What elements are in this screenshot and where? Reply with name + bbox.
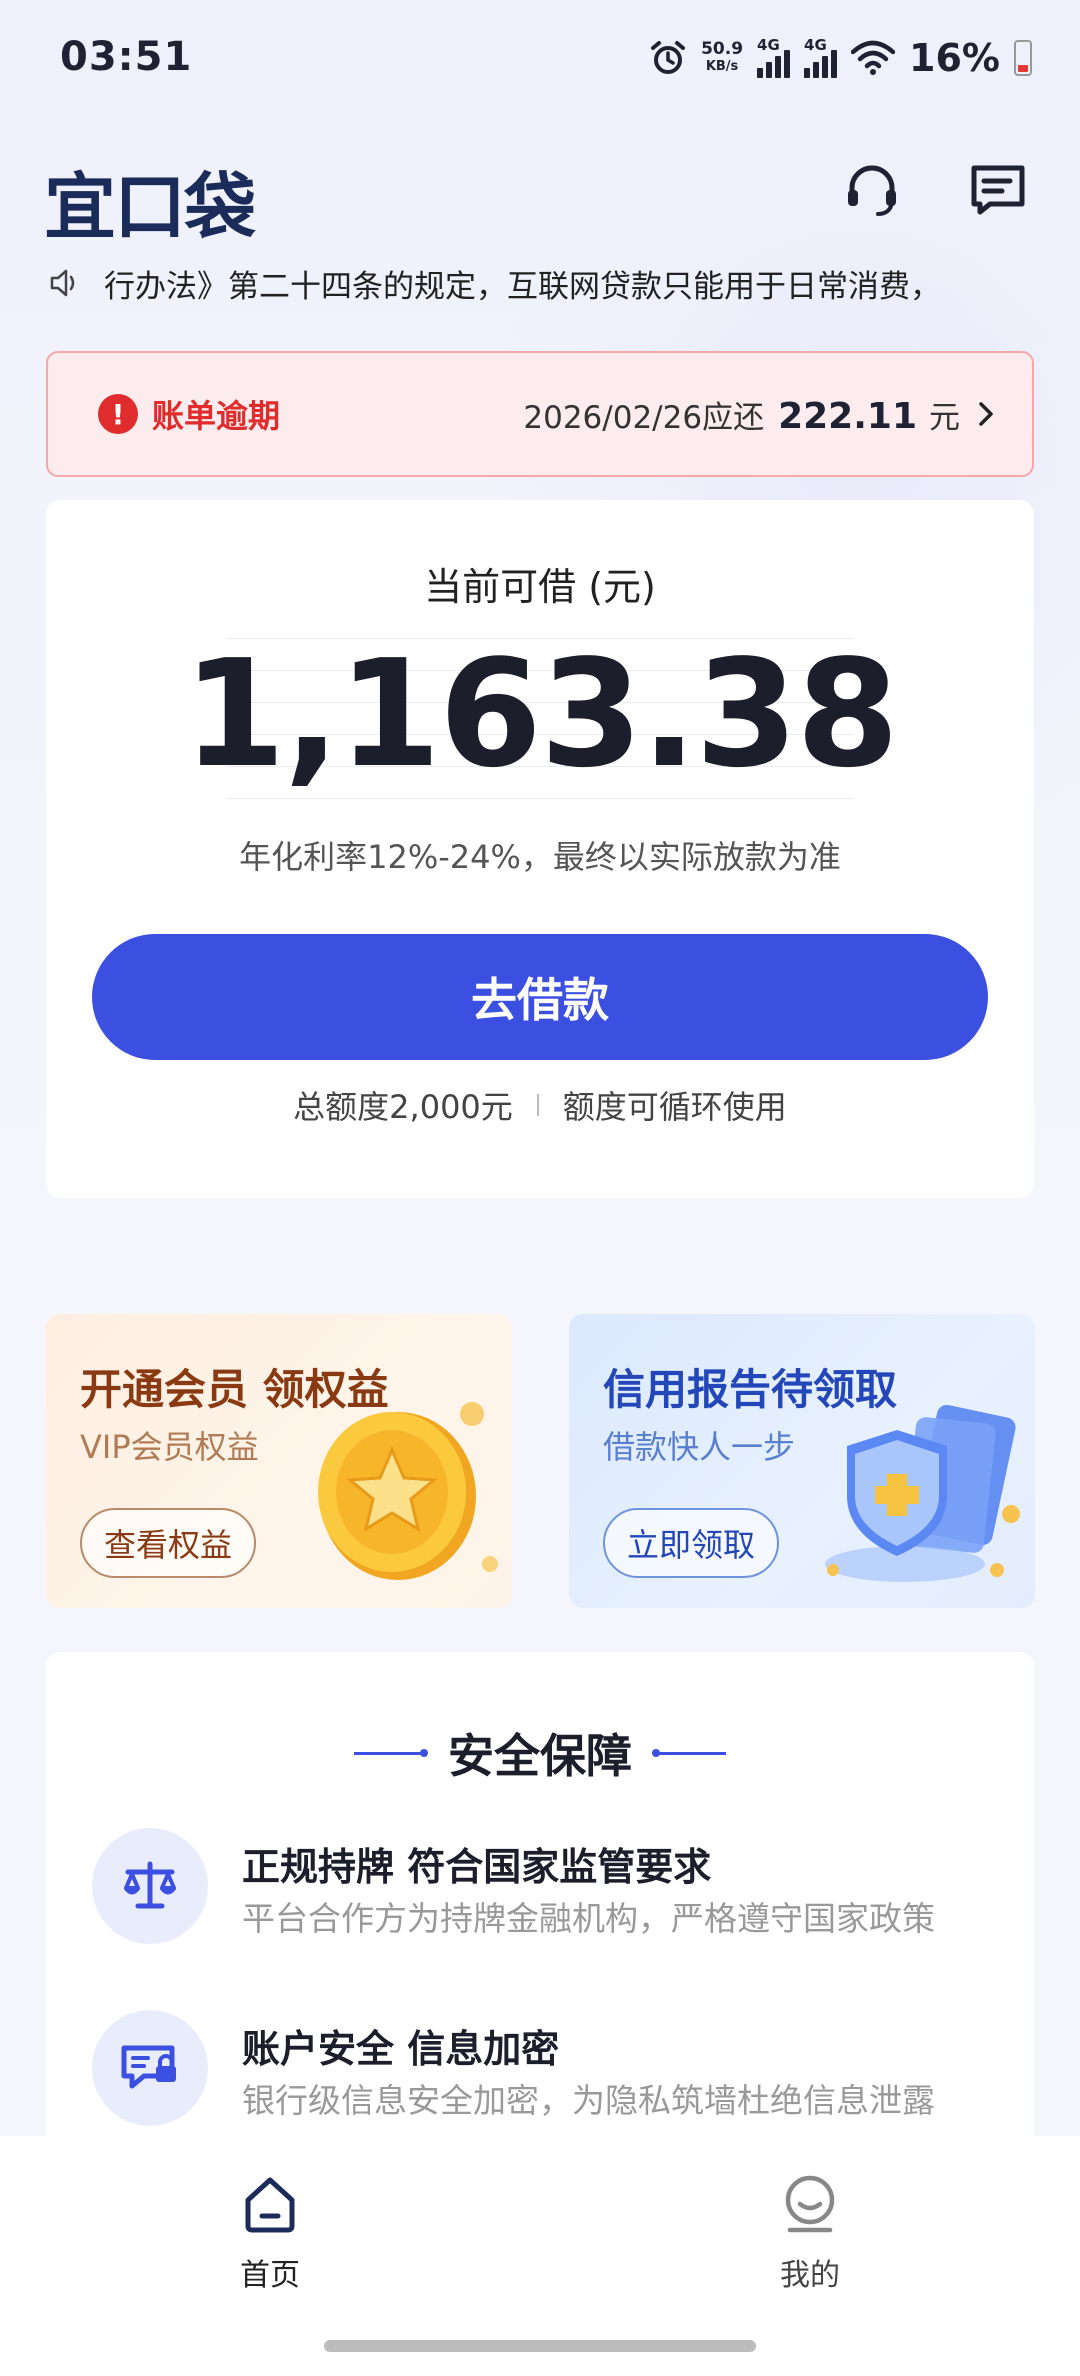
total-quota: 总额度2,000元	[293, 1088, 513, 1126]
profile-icon	[785, 2175, 835, 2233]
chevron-right-icon	[979, 402, 993, 426]
alarm-icon	[651, 41, 686, 74]
secure-id-icon	[92, 2010, 208, 2126]
notice-marquee[interactable]: 行办法》第二十四条的规定，互联网贷款只能用于日常消费，	[48, 258, 1038, 308]
message-icon[interactable]	[968, 160, 1028, 220]
view-benefits-button[interactable]: 查看权益	[80, 1508, 257, 1578]
net-speed: 50.9 KB/s	[701, 40, 743, 76]
status-icons: 50.9 KB/s 4G 4G 16%	[649, 36, 1032, 80]
title-decoration-right	[652, 1748, 726, 1757]
signal-2-icon	[804, 50, 838, 78]
alert-icon: !	[98, 394, 138, 434]
battery-percent: 16%	[909, 36, 1000, 80]
claim-now-button[interactable]: 立即领取	[603, 1508, 780, 1578]
overdue-date: 2026/02/26应还	[523, 399, 765, 436]
cyclic-quota: 额度可循环使用	[562, 1088, 787, 1126]
status-bar: 03:51 50.9 KB/s 4G 4G 16%	[0, 0, 1080, 120]
loan-card: 当前可借 (元) 1,163.38 年化利率12%-24%，最终以实际放款为准 …	[46, 500, 1034, 1198]
overdue-label: 账单逾期	[152, 397, 281, 435]
app-logo: 宜口袋	[44, 165, 256, 249]
credit-report-promo-card[interactable]: 信用报告待领取 借款快人一步 立即领取	[569, 1314, 1035, 1608]
title-decoration-left	[354, 1748, 428, 1757]
available-label: 当前可借 (元)	[424, 565, 656, 609]
gold-coin-icon	[318, 1402, 498, 1580]
safety-header: 安全保障	[46, 1720, 1034, 1786]
signal-1-icon	[757, 50, 791, 78]
vip-promo-subtitle: VIP会员权益	[80, 1428, 259, 1466]
overdue-detail: 2026/02/26应还 222.11 元	[523, 392, 996, 437]
app-screen: 03:51 50.9 KB/s 4G 4G 16% 宜口袋 行办法》第二十四条的…	[0, 0, 1080, 2376]
borrow-button[interactable]: 去借款	[92, 934, 988, 1060]
interest-rate-note: 年化利率12%-24%，最终以实际放款为准	[239, 838, 841, 876]
customer-service-icon[interactable]	[842, 160, 902, 220]
signal-2: 4G	[804, 36, 838, 78]
scale-icon	[92, 1828, 208, 1944]
signal-1: 4G	[757, 36, 791, 78]
safety-item-title: 账户安全 信息加密	[242, 2027, 560, 2071]
quota-info: 总额度2,000元 额度可循环使用	[46, 1082, 1034, 1128]
net-speed-unit: KB/s	[705, 59, 739, 74]
safety-item: 正规持牌 符合国家监管要求 平台合作方为持牌金融机构，严格遵守国家政策	[92, 1828, 992, 1948]
safety-item-desc: 银行级信息安全加密，为隐私筑墙杜绝信息泄露	[242, 2081, 935, 2120]
net-speed-value: 50.9	[701, 39, 744, 59]
wifi-icon	[851, 40, 896, 75]
nav-home-label: 首页	[240, 2258, 300, 2293]
status-time: 03:51	[60, 34, 193, 80]
nav-mine[interactable]: 我的	[730, 2172, 890, 2294]
overdue-banner[interactable]: ! 账单逾期 2026/02/26应还 222.11 元	[46, 351, 1034, 477]
signal-1-label: 4G	[757, 36, 780, 54]
home-icon	[245, 2177, 295, 2233]
credit-promo-subtitle: 借款快人一步	[603, 1428, 796, 1466]
speaker-icon	[50, 269, 75, 297]
available-amount: 1,163.38	[182, 628, 899, 800]
notice-text: 行办法》第二十四条的规定，互联网贷款只能用于日常消费，	[104, 268, 941, 305]
vip-promo-card[interactable]: 开通会员 领权益 VIP会员权益 查看权益	[46, 1314, 512, 1608]
shield-icon	[825, 1404, 1020, 1582]
divider	[536, 1094, 539, 1116]
safety-title: 安全保障	[448, 1729, 632, 1783]
nav-mine-label: 我的	[780, 2258, 840, 2293]
overdue-amount: 222.11	[778, 395, 917, 437]
safety-card: 安全保障 正规持牌 符合国家监管要求 平台合作方为持牌金融机构，严格遵守国家政策	[46, 1652, 1034, 2172]
home-indicator[interactable]	[324, 2340, 756, 2352]
safety-item: 账户安全 信息加密 银行级信息安全加密，为隐私筑墙杜绝信息泄露	[92, 2010, 992, 2130]
overdue-unit: 元	[929, 399, 960, 436]
safety-item-desc: 平台合作方为持牌金融机构，严格遵守国家政策	[242, 1899, 935, 1938]
nav-home[interactable]: 首页	[190, 2172, 350, 2294]
safety-item-title: 正规持牌 符合国家监管要求	[242, 1845, 712, 1889]
battery-icon	[1014, 40, 1032, 76]
signal-2-label: 4G	[804, 36, 827, 54]
